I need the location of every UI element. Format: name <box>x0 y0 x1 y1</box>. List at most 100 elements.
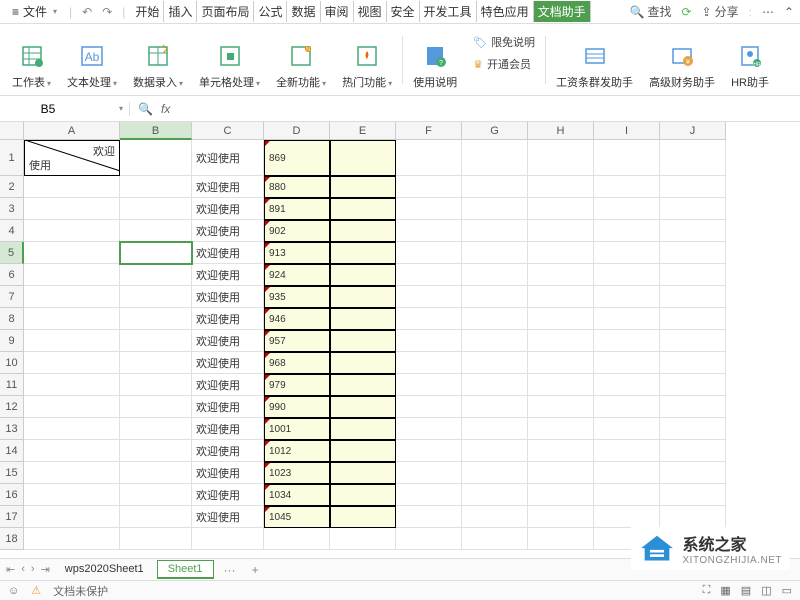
cell-J4[interactable] <box>660 220 726 242</box>
ribbon-new[interactable]: N全新功能▾ <box>268 30 334 90</box>
cell-C11[interactable]: 欢迎使用 <box>192 374 264 396</box>
cell-D5[interactable]: 913 <box>264 242 330 264</box>
cell-I12[interactable] <box>594 396 660 418</box>
cell-F8[interactable] <box>396 308 462 330</box>
cell-H15[interactable] <box>528 462 594 484</box>
cell-C10[interactable]: 欢迎使用 <box>192 352 264 374</box>
cell-A17[interactable] <box>24 506 120 528</box>
cell-C8[interactable]: 欢迎使用 <box>192 308 264 330</box>
cell-A4[interactable] <box>24 220 120 242</box>
cell-E1[interactable] <box>330 140 396 176</box>
row-header-17[interactable]: 17 <box>0 506 24 528</box>
cell-A1[interactable]: 欢迎使用 <box>24 140 120 176</box>
cell-J1[interactable] <box>660 140 726 176</box>
cell-E12[interactable] <box>330 396 396 418</box>
ribbon-hot[interactable]: 热门功能▾ <box>334 30 400 90</box>
cell-G7[interactable] <box>462 286 528 308</box>
cell-B11[interactable] <box>120 374 192 396</box>
cell-D7[interactable]: 935 <box>264 286 330 308</box>
sheet-first-icon[interactable]: ⇤ <box>6 563 15 576</box>
cell-E6[interactable] <box>330 264 396 286</box>
cell-A10[interactable] <box>24 352 120 374</box>
ribbon-tab-10[interactable]: 文档助手 <box>534 1 591 22</box>
row-header-5[interactable]: 5 <box>0 242 24 264</box>
cell-A15[interactable] <box>24 462 120 484</box>
cell-E15[interactable] <box>330 462 396 484</box>
cell-I2[interactable] <box>594 176 660 198</box>
cell-D17[interactable]: 1045 <box>264 506 330 528</box>
cell-G16[interactable] <box>462 484 528 506</box>
cell-D16[interactable]: 1034 <box>264 484 330 506</box>
cell-E3[interactable] <box>330 198 396 220</box>
cell-B5[interactable] <box>120 242 192 264</box>
ribbon-sheet[interactable]: 工作表▾ <box>4 30 59 90</box>
cell-C3[interactable]: 欢迎使用 <box>192 198 264 220</box>
cell-G9[interactable] <box>462 330 528 352</box>
smile-icon[interactable]: ☺ <box>8 585 19 597</box>
cell-B4[interactable] <box>120 220 192 242</box>
cell-F2[interactable] <box>396 176 462 198</box>
cell-E5[interactable] <box>330 242 396 264</box>
cell-C2[interactable]: 欢迎使用 <box>192 176 264 198</box>
cell-D13[interactable]: 1001 <box>264 418 330 440</box>
cell-H4[interactable] <box>528 220 594 242</box>
sync-icon[interactable]: ⟳ <box>681 5 691 19</box>
sheet-tab-0[interactable]: wps2020Sheet1 <box>54 560 155 579</box>
cell-J12[interactable] <box>660 396 726 418</box>
row-header-6[interactable]: 6 <box>0 264 24 286</box>
row-header-3[interactable]: 3 <box>0 198 24 220</box>
cell-G3[interactable] <box>462 198 528 220</box>
col-header-J[interactable]: J <box>660 122 726 140</box>
ribbon-payroll[interactable]: 工资条群发助手 <box>548 30 641 90</box>
cell-F9[interactable] <box>396 330 462 352</box>
col-header-F[interactable]: F <box>396 122 462 140</box>
cell-G2[interactable] <box>462 176 528 198</box>
cell-D3[interactable]: 891 <box>264 198 330 220</box>
cell-D6[interactable]: 924 <box>264 264 330 286</box>
cell-H7[interactable] <box>528 286 594 308</box>
col-header-D[interactable]: D <box>264 122 330 140</box>
cell-I10[interactable] <box>594 352 660 374</box>
cell-F5[interactable] <box>396 242 462 264</box>
cell-H11[interactable] <box>528 374 594 396</box>
cell-I14[interactable] <box>594 440 660 462</box>
row-header-18[interactable]: 18 <box>0 528 24 550</box>
cell-D15[interactable]: 1023 <box>264 462 330 484</box>
cell-F7[interactable] <box>396 286 462 308</box>
cell-J3[interactable] <box>660 198 726 220</box>
cell-A18[interactable] <box>24 528 120 550</box>
cell-F18[interactable] <box>396 528 462 550</box>
cell-J9[interactable] <box>660 330 726 352</box>
row-header-14[interactable]: 14 <box>0 440 24 462</box>
cell-H14[interactable] <box>528 440 594 462</box>
cell-A7[interactable] <box>24 286 120 308</box>
cell-I9[interactable] <box>594 330 660 352</box>
cell-E14[interactable] <box>330 440 396 462</box>
cell-H16[interactable] <box>528 484 594 506</box>
cell-G14[interactable] <box>462 440 528 462</box>
cell-F17[interactable] <box>396 506 462 528</box>
cell-A14[interactable] <box>24 440 120 462</box>
cell-J16[interactable] <box>660 484 726 506</box>
cell-G1[interactable] <box>462 140 528 176</box>
more-icon[interactable]: ⋯ <box>762 5 774 19</box>
cell-F11[interactable] <box>396 374 462 396</box>
cell-C6[interactable]: 欢迎使用 <box>192 264 264 286</box>
magnify-icon[interactable]: 🔍 <box>138 102 153 116</box>
row-header-10[interactable]: 10 <box>0 352 24 374</box>
cell-C14[interactable]: 欢迎使用 <box>192 440 264 462</box>
cell-J10[interactable] <box>660 352 726 374</box>
cell-H6[interactable] <box>528 264 594 286</box>
row-header-16[interactable]: 16 <box>0 484 24 506</box>
fx-label[interactable]: fx <box>161 102 170 116</box>
redo-icon[interactable]: ↷ <box>98 5 116 19</box>
cell-G8[interactable] <box>462 308 528 330</box>
cell-E17[interactable] <box>330 506 396 528</box>
ribbon-tab-9[interactable]: 特色应用 <box>477 1 534 22</box>
cell-H3[interactable] <box>528 198 594 220</box>
cell-E4[interactable] <box>330 220 396 242</box>
cell-I6[interactable] <box>594 264 660 286</box>
cell-B9[interactable] <box>120 330 192 352</box>
cell-G11[interactable] <box>462 374 528 396</box>
ribbon-cell[interactable]: 单元格处理▾ <box>191 30 268 90</box>
